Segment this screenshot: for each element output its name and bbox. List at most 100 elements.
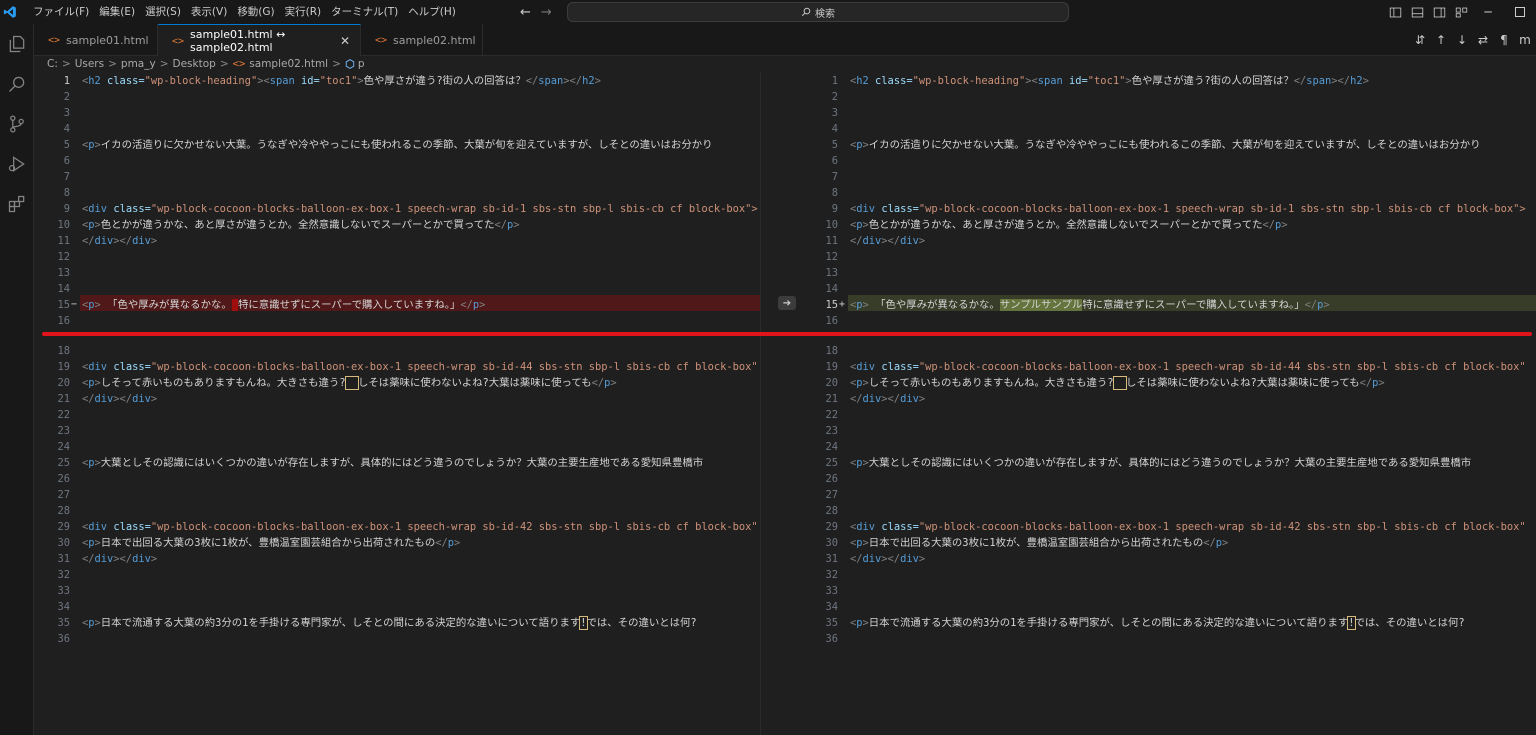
- line-number: 36: [825, 633, 838, 645]
- back-arrow-icon[interactable]: ←: [520, 5, 531, 20]
- html-file-icon: <>: [375, 34, 388, 46]
- code-line: <p>色とかが違うかな、あと厚さが違うとか。全然意識しないでスーパーとかで買って…: [850, 219, 1288, 231]
- line-number: 14: [825, 283, 838, 295]
- line-number: 35: [57, 617, 70, 629]
- more-actions-icon[interactable]: m: [1516, 30, 1534, 50]
- code-line: <div class="wp-block-cocoon-blocks-ballo…: [82, 521, 758, 533]
- line-number: 33: [825, 585, 838, 597]
- line-number: 18: [57, 345, 70, 357]
- line-number: 34: [825, 601, 838, 613]
- code-line: <div class="wp-block-cocoon-blocks-ballo…: [82, 203, 758, 215]
- breadcrumb-desktop[interactable]: Desktop: [173, 58, 216, 70]
- toggle-primary-sidebar-icon[interactable]: [1384, 0, 1406, 24]
- menu-file[interactable]: ファイル(F): [28, 0, 94, 24]
- line-number: 9: [63, 203, 70, 215]
- line-number: 28: [57, 505, 70, 517]
- code-line: <p>日本で出回る大葉の3枚に1枚が、豊橋温室園芸組合から出荷されたもの</p>: [82, 537, 461, 549]
- extensions-icon[interactable]: [0, 184, 34, 224]
- show-whitespace-icon[interactable]: ¶: [1495, 30, 1513, 50]
- line-number: 15: [57, 299, 70, 311]
- tab-sample01[interactable]: <> sample01.html: [34, 24, 158, 56]
- forward-arrow-icon[interactable]: →: [541, 5, 552, 20]
- menu-selection[interactable]: 選択(S): [140, 0, 186, 24]
- tab-diff-compare[interactable]: <> sample01.html ↔ sample02.html ✕: [158, 24, 361, 57]
- line-number: 2: [831, 91, 838, 103]
- removed-line-marker: −: [71, 299, 78, 310]
- line-number: 2: [63, 91, 70, 103]
- code-line: </div></div>: [850, 553, 926, 565]
- menu-edit[interactable]: 編集(E): [94, 0, 140, 24]
- revert-change-arrow-icon[interactable]: ➔: [778, 296, 796, 310]
- search-icon[interactable]: [0, 64, 34, 104]
- line-number: 27: [57, 489, 70, 501]
- line-number: 31: [825, 553, 838, 565]
- previous-change-icon[interactable]: ↑: [1432, 30, 1450, 50]
- menu-view[interactable]: 表示(V): [186, 0, 232, 24]
- tab-label: sample01.html ↔ sample02.html: [190, 28, 286, 54]
- vscode-logo-icon: [0, 0, 20, 24]
- breadcrumb-users[interactable]: Users: [75, 58, 104, 70]
- toggle-secondary-sidebar-icon[interactable]: [1428, 0, 1450, 24]
- navigation-arrows: ← →: [520, 0, 552, 24]
- source-control-icon[interactable]: [0, 104, 34, 144]
- breadcrumb-file[interactable]: sample02.html: [249, 58, 328, 70]
- code-line: </div></div>: [850, 235, 926, 247]
- line-number: 30: [57, 537, 70, 549]
- code-line: <div class="wp-block-cocoon-blocks-ballo…: [82, 361, 758, 373]
- title-bar: ファイル(F) 編集(E) 選択(S) 表示(V) 移動(G) 実行(R) ター…: [0, 0, 1536, 24]
- breadcrumb-symbol[interactable]: p: [358, 58, 365, 70]
- editor-actions: ⇵ ↑ ↓ ⇄ ¶ m: [1411, 24, 1536, 56]
- menu-terminal[interactable]: ターミナル(T): [326, 0, 403, 24]
- diff-original-pane[interactable]: 1 2 3 4 5 6 7 8 9 10 11 12 13 14 15 − 16…: [34, 72, 774, 735]
- red-annotation-line: [42, 332, 1532, 336]
- maximize-button[interactable]: [1504, 0, 1536, 24]
- diff-center-gutter: [774, 72, 802, 735]
- command-center-search[interactable]: 検索: [567, 2, 1069, 22]
- menu-run[interactable]: 実行(R): [280, 0, 327, 24]
- line-number: 16: [57, 315, 70, 327]
- breadcrumb-drive[interactable]: C:: [47, 58, 58, 70]
- added-line-marker: +: [839, 299, 846, 310]
- code-line-added: <p> 「色や厚みが異なるかな。サンプルサンプル特に意識せずにスーパーで購入して…: [850, 299, 1330, 311]
- code-line: <p>大葉としその認識にはいくつかの違いが存在しますが、具体的にはどう違うのでし…: [82, 457, 704, 469]
- diff-modified-pane[interactable]: 1 2 3 4 5 6 7 8 9 10 11 12 13 14 15 + 16…: [802, 72, 1536, 735]
- tab-label: sample01.html: [66, 33, 149, 47]
- line-number: 3: [63, 107, 70, 119]
- chevron-right-icon: >: [159, 58, 169, 70]
- line-number: 18: [825, 345, 838, 357]
- line-number: 24: [57, 441, 70, 453]
- line-number: 21: [57, 393, 70, 405]
- line-number: 6: [63, 155, 70, 167]
- line-number: 23: [57, 425, 70, 437]
- line-number: 7: [831, 171, 838, 183]
- activity-bar: [0, 24, 34, 735]
- left-scrollbar[interactable]: [760, 72, 774, 735]
- open-changes-icon[interactable]: ⇵: [1411, 30, 1429, 50]
- breadcrumb-user[interactable]: pma_y: [121, 58, 156, 70]
- tab-sample02[interactable]: <> sample02.html: [361, 24, 483, 56]
- line-number: 7: [63, 171, 70, 183]
- menu-help[interactable]: ヘルプ(H): [403, 0, 461, 24]
- menu-go[interactable]: 移動(G): [232, 0, 279, 24]
- editor-tab-bar: <> sample01.html <> sample01.html ↔ samp…: [34, 24, 1536, 57]
- line-number: 13: [825, 267, 838, 279]
- line-number: 13: [57, 267, 70, 279]
- swap-sides-icon[interactable]: ⇄: [1474, 30, 1492, 50]
- line-number: 22: [825, 409, 838, 421]
- line-number: 15: [825, 299, 838, 311]
- code-line: <p>大葉としその認識にはいくつかの違いが存在しますが、具体的にはどう違うのでし…: [850, 457, 1472, 469]
- close-icon[interactable]: ✕: [340, 34, 350, 48]
- explorer-icon[interactable]: [0, 24, 34, 64]
- customize-layout-icon[interactable]: [1450, 0, 1472, 24]
- toggle-panel-icon[interactable]: [1406, 0, 1428, 24]
- line-number: 21: [825, 393, 838, 405]
- line-number: 6: [831, 155, 838, 167]
- next-change-icon[interactable]: ↓: [1453, 30, 1471, 50]
- line-number: 8: [63, 187, 70, 199]
- run-debug-icon[interactable]: [0, 144, 34, 184]
- line-number: 31: [57, 553, 70, 565]
- line-number: 14: [57, 283, 70, 295]
- minimize-button[interactable]: ─: [1472, 0, 1504, 24]
- line-number: 30: [825, 537, 838, 549]
- unusual-char-marker: [344, 376, 359, 390]
